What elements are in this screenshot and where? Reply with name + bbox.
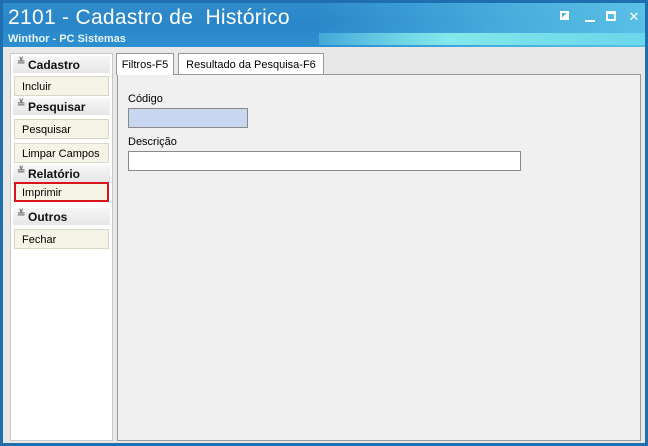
group-header-outros[interactable]: ≚ Outros <box>13 208 110 225</box>
chevron-collapse-icon: ≚ <box>17 166 26 177</box>
group-header-relatorio[interactable]: ≚ Relatório <box>13 165 110 182</box>
group-label: Outros <box>28 210 68 224</box>
pesquisar-button[interactable]: Pesquisar <box>14 119 109 139</box>
close-icon[interactable]: ✕ <box>627 10 641 24</box>
restore-icon[interactable] <box>559 10 573 24</box>
chevron-collapse-icon: ≚ <box>17 209 26 220</box>
minimize-icon[interactable] <box>583 10 597 24</box>
tab-resultado-pesquisa[interactable]: Resultado da Pesquisa-F6 <box>178 53 324 74</box>
descricao-label: Descrição <box>128 136 177 148</box>
title-bar-glow <box>319 33 645 45</box>
fechar-button[interactable]: Fechar <box>14 229 109 249</box>
action-sidebar: ≚ Cadastro Incluir ≚ Pesquisar Pesquisar… <box>10 53 113 441</box>
filters-panel: Código Descrição <box>117 74 641 441</box>
main-area: Filtros-F5 Resultado da Pesquisa-F6 Códi… <box>116 53 643 441</box>
descricao-input[interactable] <box>128 151 521 171</box>
chevron-collapse-icon: ≚ <box>17 99 26 110</box>
limpar-campos-button[interactable]: Limpar Campos <box>14 143 109 163</box>
window-title: 2101 - Cadastro de Histórico <box>8 6 290 29</box>
group-header-cadastro[interactable]: ≚ Cadastro <box>13 56 110 73</box>
chevron-collapse-icon: ≚ <box>17 57 26 68</box>
title-bar[interactable]: 2101 - Cadastro de Histórico Winthor - P… <box>3 3 645 47</box>
group-label: Pesquisar <box>28 100 86 114</box>
app-window: 2101 - Cadastro de Histórico Winthor - P… <box>0 0 648 446</box>
codigo-input[interactable] <box>128 108 248 128</box>
group-header-pesquisar[interactable]: ≚ Pesquisar <box>13 98 110 115</box>
maximize-icon[interactable] <box>605 10 619 24</box>
incluir-button[interactable]: Incluir <box>14 76 109 96</box>
window-subtitle: Winthor - PC Sistemas <box>8 33 126 45</box>
group-label: Relatório <box>28 167 81 181</box>
group-label: Cadastro <box>28 58 81 72</box>
imprimir-button[interactable]: Imprimir <box>14 182 109 202</box>
tab-filtros[interactable]: Filtros-F5 <box>116 53 174 75</box>
codigo-label: Código <box>128 93 163 105</box>
